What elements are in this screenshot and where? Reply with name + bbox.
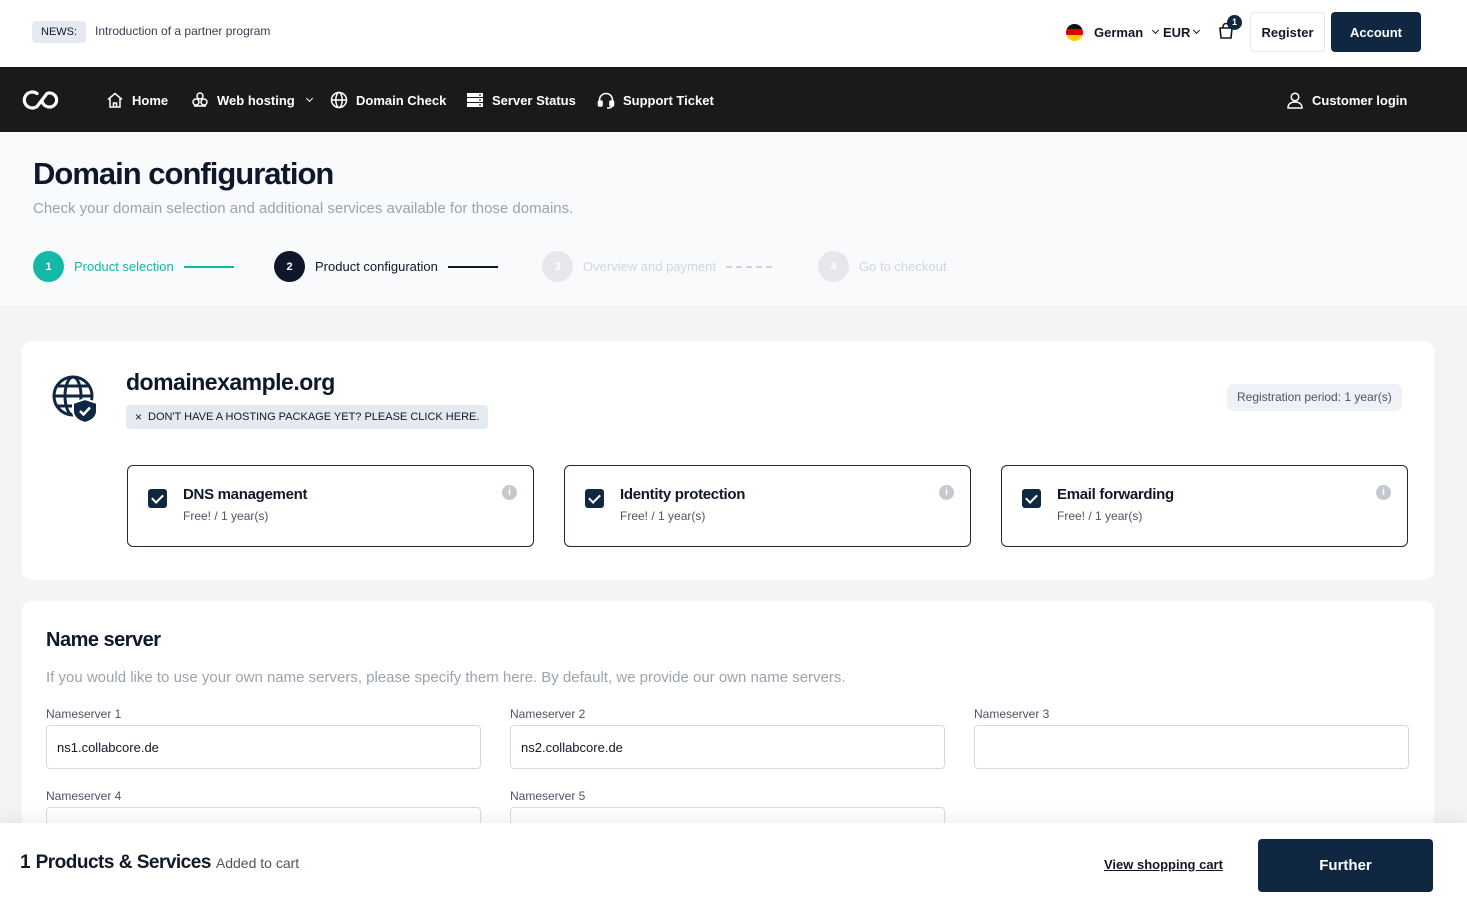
nameserver-5-label: Nameserver 5 (510, 789, 586, 803)
step-product-configuration: 2 Product configuration (274, 251, 498, 282)
step-connector (447, 265, 498, 268)
checkbox-checked[interactable] (148, 489, 167, 508)
info-icon[interactable]: i (939, 485, 954, 500)
step-label: Product selection (74, 259, 174, 274)
chevron-down-icon (305, 94, 313, 103)
hosting-package-link[interactable]: × DON'T HAVE A HOSTING PACKAGE YET? PLEA… (126, 405, 489, 429)
domain-card: domainexample.org × DON'T HAVE A HOSTING… (22, 341, 1434, 580)
page-header: Domain configuration Check your domain s… (0, 132, 1467, 307)
close-icon[interactable]: × (135, 405, 142, 429)
nav-support-ticket[interactable]: Support Ticket (597, 89, 714, 111)
news-link[interactable]: Introduction of a partner program (95, 24, 270, 38)
nameserver-3-input[interactable] (974, 725, 1409, 769)
globe-shield-icon (52, 375, 98, 424)
chevron-down-icon (1193, 26, 1201, 35)
nameserver-1-input[interactable] (46, 725, 481, 769)
checkbox-checked[interactable] (1022, 489, 1041, 508)
step-label: Overview and payment (583, 259, 716, 274)
step-number: 3 (542, 251, 573, 282)
step-product-selection[interactable]: 1 Product selection (33, 251, 234, 282)
nameserver-2-label: Nameserver 2 (510, 707, 586, 721)
service-price: Free! / 1 year(s) (620, 509, 706, 523)
chevron-down-icon (1152, 26, 1160, 35)
step-go-to-checkout: 4 Go to checkout (818, 251, 946, 282)
page-subtitle: Check your domain selection and addition… (33, 200, 574, 217)
service-title: Email forwarding (1057, 486, 1174, 503)
currency-label: EUR (1163, 24, 1191, 40)
nameserver-3-label: Nameserver 3 (974, 707, 1050, 721)
nameserver-subtitle: If you would like to use your own name s… (46, 669, 846, 686)
service-title: Identity protection (620, 486, 746, 503)
view-shopping-cart-link[interactable]: View shopping cart (1104, 857, 1223, 872)
nav-domain-check[interactable]: Domain Check (330, 89, 446, 111)
service-title: DNS management (183, 486, 308, 503)
info-icon[interactable]: i (1376, 485, 1391, 500)
registration-period-badge: Registration period: 1 year(s) (1227, 384, 1402, 411)
cart-count-badge: 1 (1227, 15, 1242, 30)
register-button[interactable]: Register (1250, 12, 1325, 52)
cart-summary-sub: Added to cart (215, 855, 300, 871)
nav-label: Domain Check (356, 92, 447, 108)
nav-label: Web hosting (217, 92, 295, 108)
cart-footer-bar: 1 Products & Services Added to cart View… (0, 823, 1467, 904)
cloud-icon (192, 92, 208, 107)
account-button[interactable]: Account (1331, 12, 1421, 52)
service-dns-management[interactable]: DNS management Free! / 1 year(s) i (127, 465, 534, 547)
service-identity-protection[interactable]: Identity protection Free! / 1 year(s) i (564, 465, 971, 547)
main-navigation: Home Web hosting Domain Check Server Sta… (0, 67, 1467, 132)
nameserver-title: Name server (46, 629, 161, 651)
nav-server-status[interactable]: Server Status (466, 89, 576, 111)
server-icon (467, 93, 483, 107)
user-icon (1287, 92, 1303, 109)
step-number: 1 (33, 251, 64, 282)
nameserver-1-label: Nameserver 1 (46, 707, 122, 721)
page-title: Domain configuration (33, 156, 334, 191)
language-label: German (1094, 24, 1144, 40)
headset-icon (597, 92, 615, 109)
step-number: 2 (274, 251, 305, 282)
nav-label: Support Ticket (623, 92, 714, 108)
domain-name: domainexample.org (126, 369, 335, 395)
german-flag-icon (1066, 23, 1083, 41)
service-price: Free! / 1 year(s) (1057, 509, 1143, 523)
news-badge: NEWS: (32, 21, 87, 43)
step-label: Go to checkout (859, 259, 947, 274)
step-connector (183, 265, 234, 268)
step-connector (725, 265, 772, 268)
customer-login-link[interactable]: Customer login (1286, 89, 1407, 111)
step-overview-payment: 3 Overview and payment (542, 251, 772, 282)
language-selector[interactable]: German (1066, 22, 1160, 42)
currency-selector[interactable]: EUR (1163, 22, 1201, 42)
brand-logo-icon[interactable] (22, 87, 62, 113)
nav-home[interactable]: Home (106, 89, 168, 111)
nav-label: Home (132, 92, 169, 108)
further-button[interactable]: Further (1258, 839, 1433, 892)
checkbox-checked[interactable] (585, 489, 604, 508)
home-icon (107, 92, 123, 108)
globe-icon (330, 91, 348, 109)
nameserver-2-input[interactable] (510, 725, 945, 769)
cart-item-count: 1 (20, 852, 31, 873)
nameserver-4-label: Nameserver 4 (46, 789, 122, 803)
step-label: Product configuration (315, 259, 438, 274)
cart-summary: 1 Products & Services Added to cart (20, 852, 299, 874)
nav-label: Server Status (492, 92, 576, 108)
nameserver-card: Name server If you would like to use you… (22, 601, 1434, 861)
service-email-forwarding[interactable]: Email forwarding Free! / 1 year(s) i (1001, 465, 1408, 547)
cart-summary-label: Products & Services (35, 852, 212, 873)
step-number: 4 (818, 251, 849, 282)
top-bar: NEWS: Introduction of a partner program … (0, 0, 1467, 67)
customer-login-label: Customer login (1312, 92, 1408, 108)
service-price: Free! / 1 year(s) (183, 509, 269, 523)
nav-web-hosting[interactable]: Web hosting (191, 89, 313, 111)
info-icon[interactable]: i (502, 485, 517, 500)
hosting-tag-label: DON'T HAVE A HOSTING PACKAGE YET? PLEASE… (148, 411, 480, 423)
